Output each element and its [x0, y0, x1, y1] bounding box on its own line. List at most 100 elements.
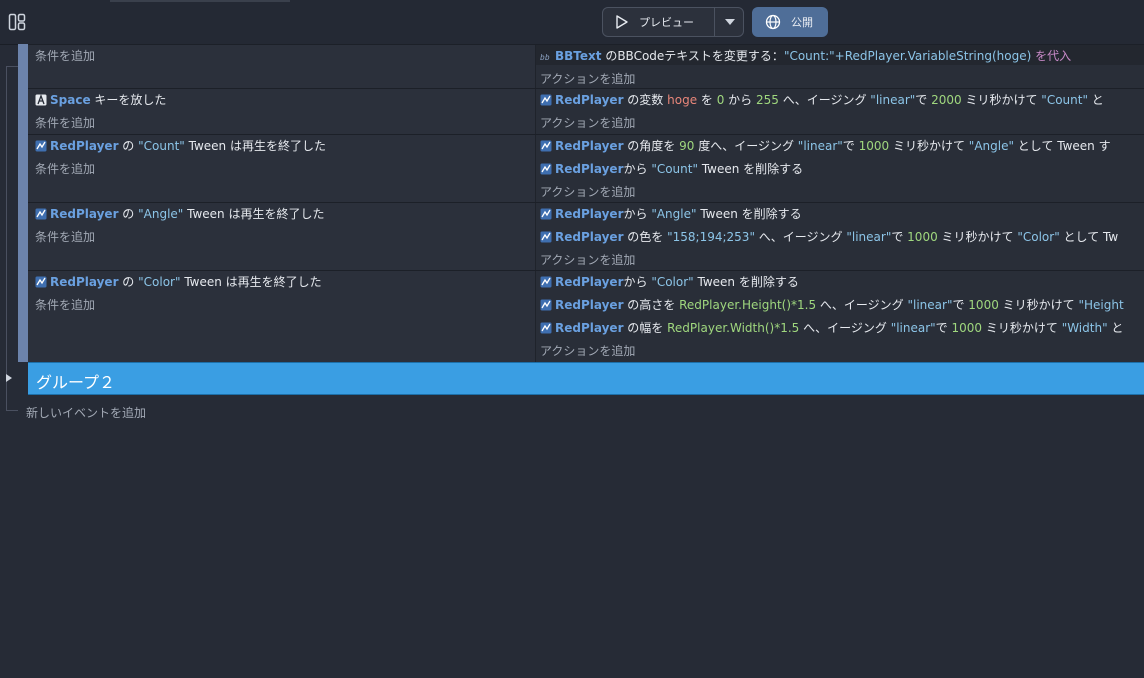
token-txt: へ、イージング — [799, 321, 891, 335]
token-txt: Tween を削除する — [696, 207, 802, 221]
sprite-icon — [540, 163, 552, 175]
instruction-line[interactable]: RedPlayer の "Color" Tween は再生を終了した — [35, 274, 322, 290]
token-obj[interactable]: RedPlayer — [555, 93, 623, 107]
token-assign: を代入 — [1031, 49, 1072, 63]
token-txt: 度へ、イージング — [694, 139, 798, 153]
instruction-line[interactable]: RedPlayer の幅を RedPlayer.Width()*1.5 へ、イー… — [540, 320, 1123, 336]
add-action-link[interactable]: アクションを追加 — [540, 71, 635, 87]
token-obj[interactable]: RedPlayer — [555, 230, 623, 244]
token-txt: の — [118, 139, 139, 153]
event-group[interactable]: グループ２ — [28, 362, 1144, 395]
instruction-line[interactable]: RedPlayer の角度を 90 度へ、イージング "linear"で 100… — [540, 138, 1111, 154]
token-txt: Tween を削除する — [693, 275, 799, 289]
instruction-line[interactable]: RedPlayer の "Count" Tween は再生を終了した — [35, 138, 326, 154]
actions-column[interactable]: RedPlayerから "Color" Tween を削除する RedPlayer… — [535, 271, 1144, 362]
expand-arrow-icon[interactable] — [5, 373, 13, 383]
event-handle[interactable] — [18, 270, 28, 362]
text-object-icon: bb — [540, 50, 552, 62]
token-obj[interactable]: RedPlayer — [50, 207, 118, 221]
token-txt: へ、イージング — [816, 298, 908, 312]
conditions-column[interactable]: 条件を追加 — [28, 45, 533, 88]
token-txt: ミリ秒かけて — [998, 298, 1079, 312]
token-obj[interactable]: BBText — [555, 49, 602, 63]
add-action-link[interactable]: アクションを追加 — [540, 343, 635, 359]
instruction-line[interactable]: RedPlayer の高さを RedPlayer.Height()*1.5 へ、… — [540, 297, 1124, 313]
event-row: RedPlayer の "Count" Tween は再生を終了した 条件を追加 R… — [28, 134, 1144, 202]
token-obj[interactable]: RedPlayer — [555, 139, 623, 153]
instruction-line[interactable]: RedPlayer の変数 hoge を 0 から 255 へ、イージング "l… — [540, 92, 1104, 108]
token-obj[interactable]: RedPlayer — [50, 275, 118, 289]
token-txt: の高さを — [623, 298, 680, 312]
token-txt: のBBCodeテキストを変更する： — [601, 49, 784, 63]
token-txt: から — [623, 162, 652, 176]
token-obj[interactable]: RedPlayer — [555, 275, 623, 289]
instruction-line[interactable]: RedPlayerから "Angle" Tween を削除する — [540, 206, 802, 222]
token-num: 2000 — [931, 93, 962, 107]
token-str: "linear" — [907, 298, 953, 312]
token-txt: Tween を削除する — [698, 162, 804, 176]
instruction-line[interactable]: Space キーを放した — [35, 92, 166, 108]
add-action-link[interactable]: アクションを追加 — [540, 184, 635, 200]
preview-button[interactable]: プレビュー — [602, 7, 744, 37]
token-str: "Angle" — [651, 207, 697, 221]
add-condition-link[interactable]: 条件を追加 — [35, 161, 95, 177]
token-txt: で — [935, 321, 952, 335]
token-txt: Tween は再生を終了した — [184, 139, 326, 153]
token-txt: から — [724, 93, 756, 107]
add-action-link[interactable]: アクションを追加 — [540, 115, 635, 131]
token-txt: で — [842, 139, 859, 153]
instruction-line[interactable]: RedPlayer の "Angle" Tween は再生を終了した — [35, 206, 324, 222]
conditions-column[interactable]: Space キーを放した 条件を追加 — [28, 89, 533, 134]
publish-button[interactable]: 公開 — [752, 7, 828, 37]
event-handle[interactable] — [18, 202, 28, 270]
conditions-column[interactable]: RedPlayer の "Angle" Tween は再生を終了した 条件を追加 — [28, 203, 533, 270]
conditions-column[interactable]: RedPlayer の "Color" Tween は再生を終了した 条件を追加 — [28, 271, 533, 362]
sprite-icon — [35, 276, 47, 288]
add-condition-link[interactable]: 条件を追加 — [35, 229, 95, 245]
instruction-line[interactable]: RedPlayer の色を "158;194;253" へ、イージング "lin… — [540, 229, 1118, 245]
token-str: "Angle" — [138, 207, 184, 221]
preview-label: プレビュー — [639, 16, 694, 29]
instruction-line[interactable]: RedPlayerから "Color" Tween を削除する — [540, 274, 799, 290]
play-icon — [616, 15, 628, 29]
token-txt: Tween は再生を終了した — [180, 275, 322, 289]
token-txt: の角度を — [623, 139, 680, 153]
token-txt: へ、イージング — [778, 93, 871, 107]
token-num: 90 — [679, 139, 695, 153]
token-obj[interactable]: RedPlayer — [555, 207, 623, 221]
actions-column[interactable]: RedPlayerから "Angle" Tween を削除する RedPlayer… — [535, 203, 1144, 270]
add-condition-link[interactable]: 条件を追加 — [35, 48, 95, 64]
tree-line-vertical — [6, 66, 7, 410]
token-obj[interactable]: RedPlayer — [50, 139, 118, 153]
conditions-column[interactable]: RedPlayer の "Count" Tween は再生を終了した 条件を追加 — [28, 135, 533, 202]
instruction-line[interactable]: RedPlayerから "Count" Tween を削除する — [540, 161, 803, 177]
token-txt: として Tw — [1059, 230, 1119, 244]
token-str: "Color" — [1017, 230, 1060, 244]
token-str: "Height — [1078, 298, 1124, 312]
add-condition-link[interactable]: 条件を追加 — [35, 115, 95, 131]
token-obj[interactable]: RedPlayer — [555, 162, 623, 176]
token-txt: ミリ秒かけて — [961, 93, 1042, 107]
token-str: "Count" — [1041, 93, 1088, 107]
chevron-down-icon[interactable] — [724, 17, 736, 27]
event-handle[interactable] — [18, 44, 28, 88]
token-obj[interactable]: RedPlayer — [555, 298, 623, 312]
add-event-link[interactable]: 新しいイベントを追加 — [26, 404, 146, 421]
svg-text:bb: bb — [540, 53, 550, 62]
token-txt: を — [697, 93, 717, 107]
add-condition-link[interactable]: 条件を追加 — [35, 297, 95, 313]
actions-column[interactable]: RedPlayer の角度を 90 度へ、イージング "linear"で 100… — [535, 135, 1144, 202]
token-obj[interactable]: Space — [50, 93, 91, 107]
instruction-line[interactable]: bb BBText のBBCodeテキストを変更する："Count:"+RedPl… — [540, 48, 1071, 64]
actions-column[interactable]: RedPlayer の変数 hoge を 0 から 255 へ、イージング "l… — [535, 89, 1144, 134]
token-txt: で — [915, 93, 932, 107]
token-num: 255 — [756, 93, 779, 107]
add-action-link[interactable]: アクションを追加 — [540, 252, 635, 268]
panel-layout-icon[interactable] — [8, 13, 26, 31]
token-txt: ミリ秒かけて — [982, 321, 1062, 335]
actions-column[interactable]: bb BBText のBBCodeテキストを変更する："Count:"+RedPl… — [535, 45, 1144, 88]
event-handle[interactable] — [18, 134, 28, 202]
token-txt: と — [1087, 93, 1104, 107]
event-handle[interactable] — [18, 88, 28, 134]
token-obj[interactable]: RedPlayer — [555, 321, 623, 335]
